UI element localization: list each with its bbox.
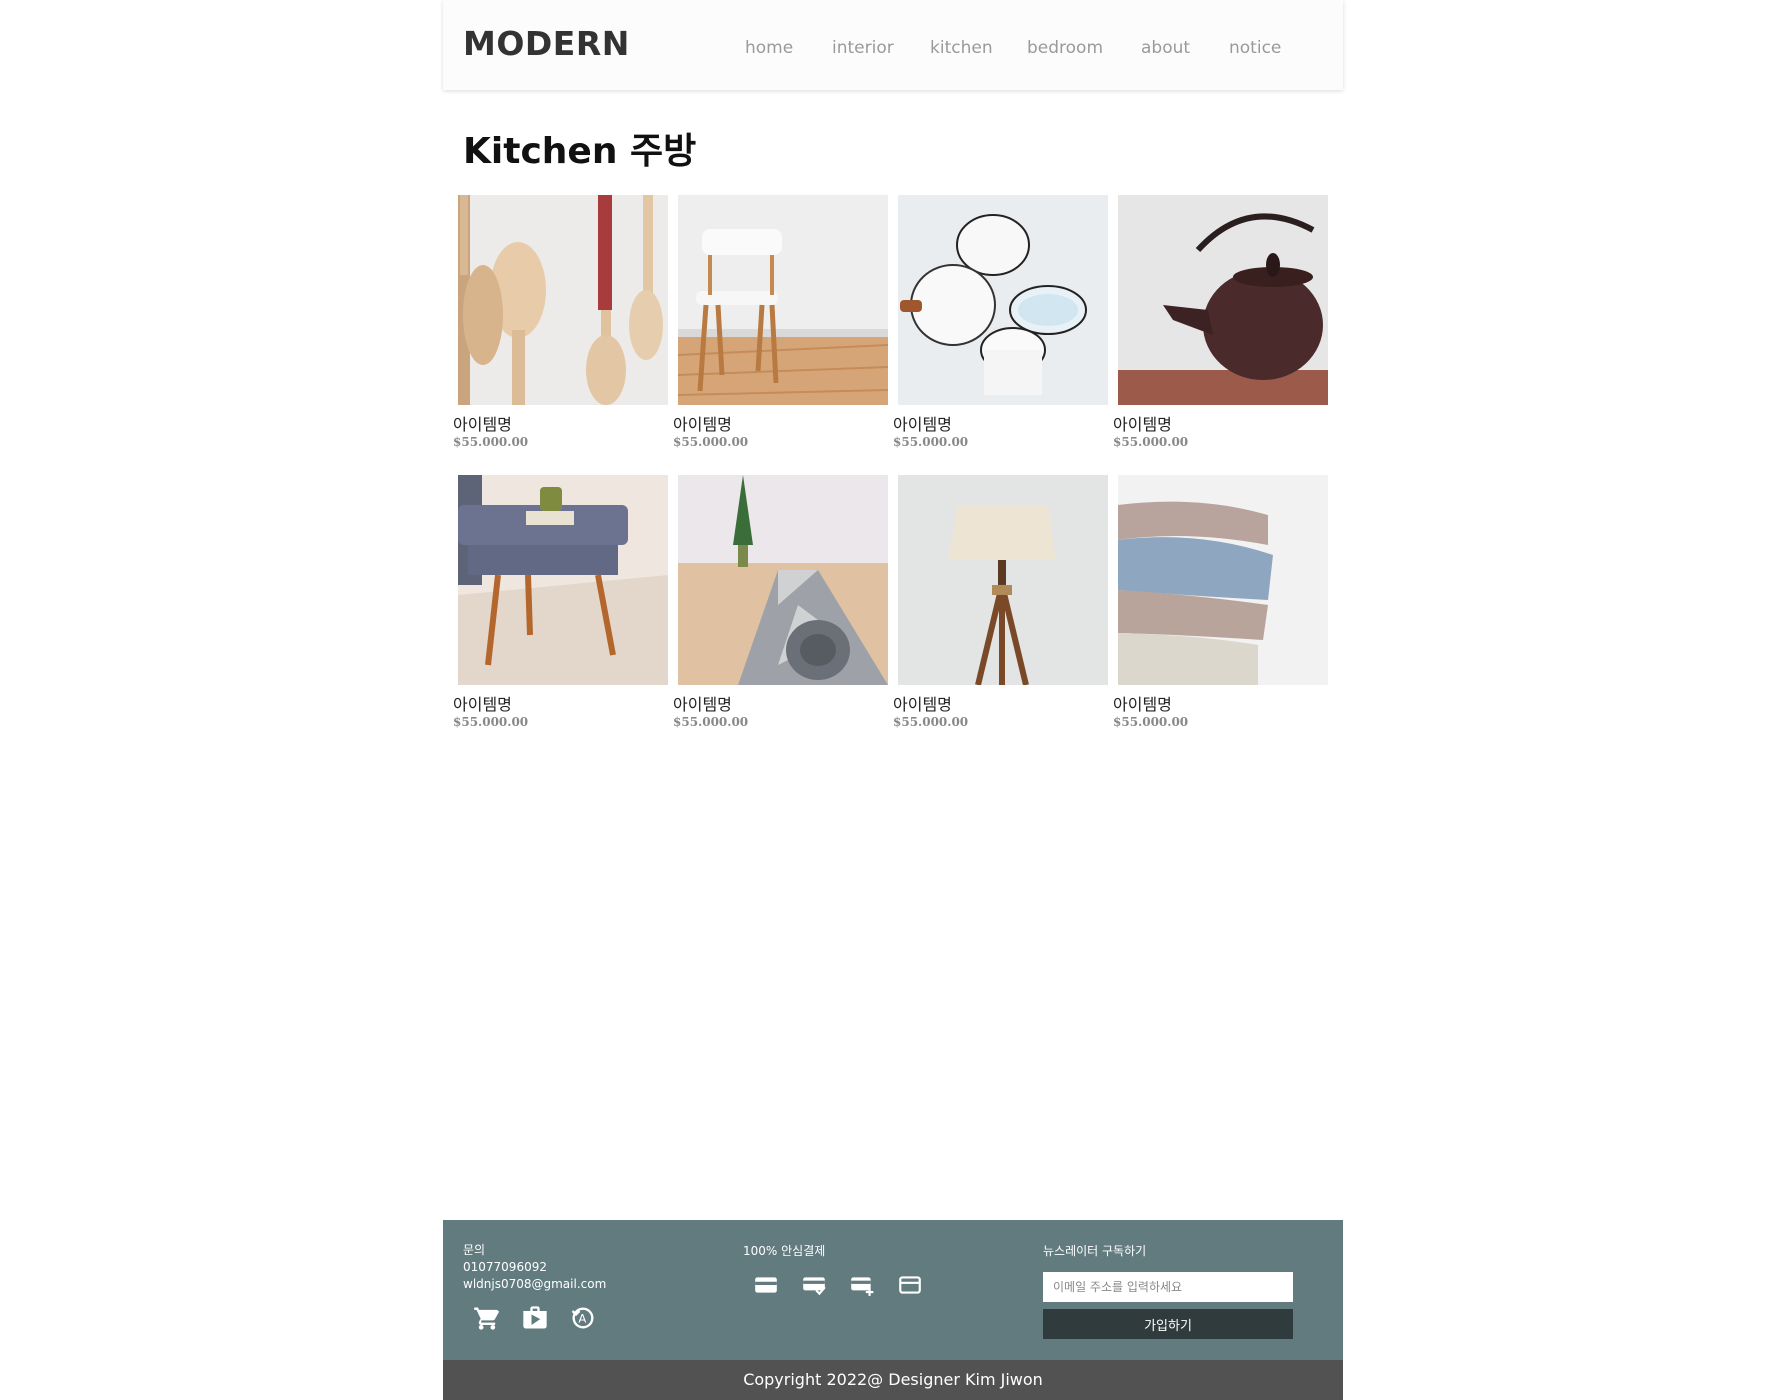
payment-title: 100% 안심결제: [743, 1244, 826, 1258]
contact-phone: 01077096092: [463, 1260, 547, 1274]
page-title: Kitchen 주방: [463, 131, 697, 172]
newsletter-title: 뉴스레이터 구독하기: [1043, 1244, 1147, 1258]
footer-newsletter: 뉴스레이터 구독하기 가입하기: [1043, 1242, 1293, 1339]
shopping-bag-play-icon[interactable]: [521, 1304, 549, 1332]
product-price: $55.000.00: [893, 435, 969, 449]
copyright-bar: Copyright 2022@ Designer Kim Jiwon: [443, 1360, 1343, 1400]
svg-text:A: A: [578, 1312, 586, 1326]
product-card[interactable]: 아이템명 $55.000.00: [893, 475, 1108, 745]
product-card[interactable]: 아이템명 $55.000.00: [453, 195, 668, 465]
product-card[interactable]: 아이템명 $55.000.00: [1113, 475, 1328, 745]
newsletter-email-input[interactable]: [1043, 1272, 1293, 1302]
footer-payment: 100% 안심결제: [743, 1242, 921, 1296]
product-name[interactable]: 아이템명: [453, 411, 512, 435]
product-card[interactable]: 아이템명 $55.000.00: [1113, 195, 1328, 465]
nav-about[interactable]: about: [1141, 38, 1190, 58]
card-add-icon: [849, 1272, 875, 1298]
nav-interior[interactable]: interior: [832, 38, 894, 58]
site-footer: 문의 01077096092 wldnjs0708@gmail.com A 10…: [443, 1220, 1343, 1360]
product-price: $55.000.00: [893, 715, 969, 729]
card-outline-icon: [897, 1272, 923, 1298]
product-card[interactable]: 아이템명 $55.000.00: [673, 195, 888, 465]
product-card[interactable]: 아이템명 $55.000.00: [893, 195, 1108, 465]
product-price: $55.000.00: [1113, 715, 1189, 729]
nav-home[interactable]: home: [745, 38, 793, 58]
footer-contact: 문의 01077096092 wldnjs0708@gmail.com: [463, 1242, 606, 1293]
product-card[interactable]: 아이템명 $55.000.00: [673, 475, 888, 745]
product-name[interactable]: 아이템명: [1113, 691, 1172, 715]
product-name[interactable]: 아이템명: [893, 691, 952, 715]
product-name[interactable]: 아이템명: [1113, 411, 1172, 435]
nav-kitchen[interactable]: kitchen: [930, 38, 993, 58]
currency-exchange-icon[interactable]: A: [569, 1304, 597, 1332]
nav-bedroom[interactable]: bedroom: [1027, 38, 1103, 58]
cart-icon[interactable]: [473, 1304, 501, 1332]
page: MODERN home interior kitchen bedroom abo…: [443, 0, 1343, 1400]
newsletter-join-button[interactable]: 가입하기: [1043, 1309, 1293, 1339]
product-price: $55.000.00: [673, 715, 749, 729]
product-image-wooden-spoons[interactable]: [458, 195, 668, 405]
product-card[interactable]: 아이템명 $55.000.00: [453, 475, 668, 745]
product-name[interactable]: 아이템명: [673, 691, 732, 715]
product-image-knit-blankets[interactable]: [1118, 475, 1328, 685]
product-image-grey-chair[interactable]: [458, 475, 668, 685]
product-image-tripod-lamp[interactable]: [898, 475, 1108, 685]
product-price: $55.000.00: [1113, 435, 1189, 449]
site-header: MODERN home interior kitchen bedroom abo…: [443, 0, 1343, 90]
product-image-enamel-kettles[interactable]: [898, 195, 1108, 405]
product-image-white-chair[interactable]: [678, 195, 888, 405]
product-image-cast-iron-teapot[interactable]: [1118, 195, 1328, 405]
product-image-rolled-rug[interactable]: [678, 475, 888, 685]
nav-notice[interactable]: notice: [1229, 38, 1281, 58]
product-name[interactable]: 아이템명: [893, 411, 952, 435]
credit-card-icon: [753, 1272, 779, 1298]
product-price: $55.000.00: [453, 715, 529, 729]
logo[interactable]: MODERN: [463, 24, 630, 63]
contact-email[interactable]: wldnjs0708@gmail.com: [463, 1276, 606, 1293]
product-name[interactable]: 아이템명: [453, 691, 512, 715]
card-check-icon: [801, 1272, 827, 1298]
product-name[interactable]: 아이템명: [673, 411, 732, 435]
product-price: $55.000.00: [673, 435, 749, 449]
product-price: $55.000.00: [453, 435, 529, 449]
contact-label: 문의: [463, 1243, 486, 1257]
